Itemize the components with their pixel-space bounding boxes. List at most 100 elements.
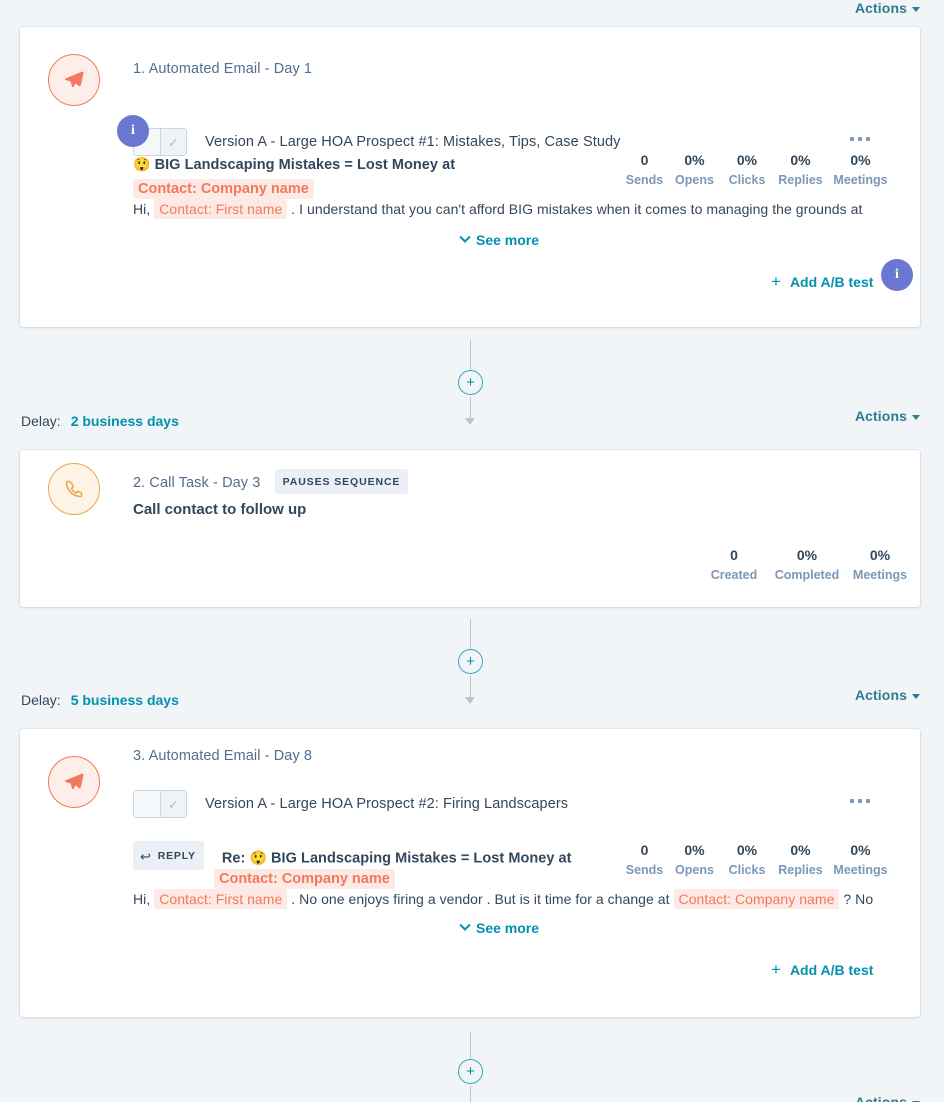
version-toggle-a[interactable]	[134, 791, 160, 817]
email-subject-text-3: BIG Landscaping Mistakes = Lost Money at	[271, 850, 572, 867]
stat-replies: 0% Replies	[773, 841, 828, 879]
stat-value: 0%	[796, 547, 818, 563]
sequence-step-card-2: 2. Call Task - Day 3 PAUSES SEQUENCE Cal…	[20, 450, 920, 607]
stat-opens: 0% Opens	[668, 841, 721, 879]
version-row-3: ✓ Version A - Large HOA Prospect #2: Fir…	[133, 790, 568, 818]
stat-label: Opens	[675, 173, 714, 187]
dot-icon	[858, 137, 862, 141]
info-badge-icon[interactable]: i	[117, 115, 149, 147]
stat-label: Sends	[625, 173, 664, 187]
add-step-button-1[interactable]: +	[458, 370, 483, 395]
stat-label: Completed	[774, 568, 840, 582]
check-icon: ✓	[168, 796, 179, 812]
step-title-2: 2. Call Task - Day 3 PAUSES SEQUENCE	[133, 469, 409, 494]
info-badge-icon[interactable]: i	[881, 259, 913, 291]
stat-value: 0%	[850, 152, 871, 168]
delay-row-2: Delay: 5 business days	[21, 691, 179, 709]
dot-icon	[866, 137, 870, 141]
plus-icon: +	[466, 1063, 475, 1080]
personalization-token: Contact: Company name	[133, 179, 314, 199]
personalization-token: Contact: First name	[154, 199, 288, 219]
top-actions-bar: Actions	[0, 0, 944, 22]
stat-created: 0 Created	[698, 546, 770, 584]
email-subject-text-1: BIG Landscaping Mistakes = Lost Money at	[154, 157, 456, 173]
arrow-head-icon	[465, 697, 475, 704]
actions-menu-label: Actions	[854, 1094, 907, 1102]
version-toggle-b[interactable]: ✓	[160, 129, 186, 155]
actions-menu-step-4[interactable]: Actions	[855, 1094, 920, 1102]
body-suffix-1: . I understand that you can't afford BIG…	[291, 201, 863, 217]
step-title-text-2: 2. Call Task - Day 3	[133, 475, 261, 491]
stat-meetings: 0% Meetings	[844, 546, 916, 584]
stat-meetings: 0% Meetings	[828, 151, 893, 189]
plus-icon: +	[771, 272, 781, 291]
see-more-label: See more	[476, 232, 540, 248]
reply-arrow-icon: ↩	[140, 848, 152, 864]
version-label-1: Version A - Large HOA Prospect #1: Mista…	[205, 134, 621, 150]
stat-label: Opens	[675, 863, 714, 877]
actions-menu-step-3[interactable]: Actions	[855, 687, 920, 703]
stat-replies: 0% Replies	[773, 151, 828, 189]
delay-value[interactable]: 5 business days	[71, 691, 179, 709]
step-title-1: 1. Automated Email - Day 1	[133, 61, 313, 77]
paper-plane-icon	[48, 54, 100, 106]
delay-value[interactable]: 2 business days	[71, 412, 179, 430]
body-prefix-1: Hi,	[133, 201, 151, 217]
actions-menu-step-2[interactable]: Actions	[855, 408, 920, 424]
info-badge-label: i	[895, 267, 899, 282]
stat-label: Meetings	[833, 173, 888, 187]
dot-icon	[858, 799, 862, 803]
step-overflow-menu-3[interactable]	[846, 793, 874, 809]
dot-icon	[850, 137, 854, 141]
stat-label: Meetings	[833, 863, 888, 877]
add-step-button-3[interactable]: +	[458, 1059, 483, 1084]
shocked-face-emoji: 😲	[133, 156, 151, 172]
delay-row-1: Delay: 2 business days	[21, 412, 179, 430]
actions-menu-label: Actions	[854, 687, 907, 703]
email-subject-3: ↩ REPLY Re: 😲 BIG Landscaping Mistakes =…	[133, 841, 572, 870]
add-ab-test-label: Add A/B test	[789, 274, 874, 290]
see-more-toggle-3[interactable]: See more	[459, 919, 540, 937]
call-stats-2: 0 Created 0% Completed 0% Meetings	[698, 546, 916, 584]
paper-plane-icon	[48, 756, 100, 808]
stat-clicks: 0% Clicks	[721, 151, 773, 189]
see-more-label: See more	[476, 920, 540, 936]
add-ab-test-button-1[interactable]: + Add A/B test	[771, 273, 873, 291]
stat-value: 0	[730, 547, 738, 563]
add-ab-test-button-3[interactable]: + Add A/B test	[771, 961, 873, 979]
stat-value: 0%	[850, 842, 871, 858]
version-toggle-b[interactable]: ✓	[160, 791, 186, 817]
plus-icon: +	[466, 653, 475, 670]
delay-label: Delay:	[21, 413, 61, 429]
stat-label: Meetings	[852, 568, 908, 582]
stat-label: Clicks	[728, 173, 766, 187]
stat-value: 0%	[736, 842, 758, 858]
add-step-button-2[interactable]: +	[458, 649, 483, 674]
body-prefix-3: Hi,	[133, 891, 151, 907]
call-task-text: Call contact to follow up	[133, 501, 307, 518]
email-subject-token-1: Contact: Company name	[133, 179, 314, 199]
arrow-head-icon	[465, 418, 475, 425]
sequence-step-card-3: 3. Automated Email - Day 8 ✓ Version A -…	[20, 729, 920, 1017]
step-overflow-menu-1[interactable]	[846, 131, 874, 147]
stat-label: Replies	[778, 863, 823, 877]
stat-value: 0%	[684, 842, 705, 858]
version-toggle-3[interactable]: ✓	[133, 790, 187, 818]
body-middle-3: . No one enjoys firing a vendor . But is…	[291, 891, 670, 907]
see-more-toggle-1[interactable]: See more	[459, 231, 540, 249]
connector-line	[470, 1032, 471, 1060]
stat-value: 0%	[790, 152, 811, 168]
email-subject-1: 😲 BIG Landscaping Mistakes = Lost Money …	[133, 154, 455, 175]
chevron-down-icon	[459, 919, 471, 931]
stat-value: 0%	[790, 842, 811, 858]
actions-menu-top-label: Actions	[854, 0, 907, 16]
info-badge-label: i	[131, 123, 135, 138]
stat-clicks: 0% Clicks	[721, 841, 773, 879]
actions-menu-top[interactable]: Actions	[855, 0, 920, 16]
sequence-step-card-1: 1. Automated Email - Day 1 i ✓ Version A…	[20, 27, 920, 327]
version-label-3: Version A - Large HOA Prospect #2: Firin…	[205, 796, 569, 812]
version-row-1: ✓ Version A - Large HOA Prospect #1: Mis…	[133, 128, 621, 156]
stat-label: Clicks	[728, 863, 766, 877]
personalization-token: Contact: Company name	[214, 869, 395, 889]
phone-icon	[48, 463, 100, 515]
